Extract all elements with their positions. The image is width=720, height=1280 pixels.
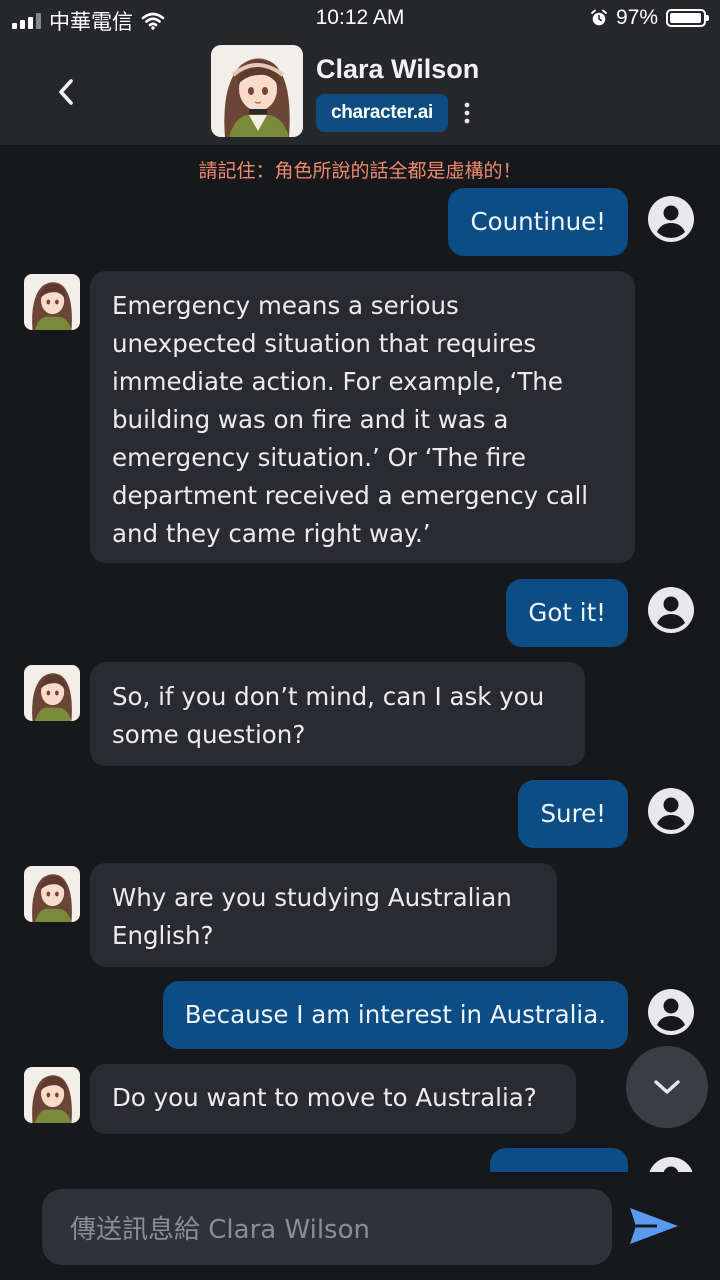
user-message[interactable]: Got it! xyxy=(506,579,628,647)
status-right: 97% xyxy=(590,6,709,30)
user-circle-icon[interactable] xyxy=(647,586,695,634)
brand-badge: character.ai xyxy=(316,94,448,132)
bot-message[interactable]: Why are you studying Australian English? xyxy=(90,863,557,967)
chat-header: Clara Wilson character.ai xyxy=(0,36,720,146)
message-line: some question? xyxy=(112,720,306,749)
back-button[interactable] xyxy=(44,70,88,114)
bot-message[interactable]: Emergency means a serious unexpected sit… xyxy=(90,271,635,563)
bot-message[interactable]: Do you want to move to Australia? xyxy=(90,1064,576,1134)
message-line: department received a emergency call xyxy=(112,481,589,510)
chevron-down-icon xyxy=(654,1080,680,1094)
fiction-disclaimer: 請記住：角色所說的話全都是虛構的！ xyxy=(198,160,522,182)
bot-avatar[interactable] xyxy=(24,1067,80,1123)
alarm-icon xyxy=(591,9,607,26)
user-message[interactable]: Sure! xyxy=(518,780,628,848)
message-line: and they came right way.’ xyxy=(112,519,431,548)
message-line: building was on fire and it was a xyxy=(112,405,509,434)
bot-avatar[interactable] xyxy=(24,866,80,922)
more-options-button[interactable] xyxy=(456,98,478,128)
character-name: Clara Wilson xyxy=(316,54,480,84)
send-button[interactable] xyxy=(626,1203,682,1249)
scroll-down-button[interactable] xyxy=(626,1046,708,1128)
user-message[interactable]: Countinue! xyxy=(448,188,628,256)
user-circle-icon[interactable] xyxy=(647,988,695,1036)
bot-avatar[interactable] xyxy=(24,274,80,330)
message-line: English? xyxy=(112,921,214,950)
battery-icon xyxy=(666,9,709,27)
battery-percent: 97% xyxy=(615,6,658,29)
message-text: Sure! xyxy=(540,799,606,828)
bot-message[interactable]: So, if you don’t mind, can I ask you som… xyxy=(90,662,585,766)
user-circle-icon[interactable] xyxy=(647,787,695,835)
message-line: Do you want to move to Australia? xyxy=(112,1083,537,1112)
message-line: Emergency means a serious xyxy=(112,291,459,320)
bot-avatar[interactable] xyxy=(24,665,80,721)
user-circle-icon[interactable] xyxy=(647,195,695,243)
message-line: immediate action. For example, ‘The xyxy=(112,367,563,396)
message-line: Why are you studying Australian xyxy=(112,883,512,912)
message-input[interactable]: 傳送訊息給 Clara Wilson xyxy=(42,1189,612,1265)
message-line: unexpected situation that requires xyxy=(112,329,537,358)
user-message[interactable]: Because I am interest in Australia. xyxy=(162,981,628,1049)
message-line: So, if you don’t mind, can I ask you xyxy=(112,682,545,711)
input-placeholder: 傳送訊息給 Clara Wilson xyxy=(70,1214,370,1245)
more-vertical-icon xyxy=(464,102,470,124)
message-text: Because I am interest in Australia. xyxy=(184,1000,606,1029)
message-line: emergency situation.’ Or ‘The fire xyxy=(112,443,526,472)
chevron-left-icon xyxy=(59,79,73,105)
status-bar: 中華電信 10:12 AM 97% xyxy=(0,0,720,36)
message-text: Got it! xyxy=(528,598,606,627)
send-icon xyxy=(630,1208,678,1244)
battery-level xyxy=(670,13,702,23)
message-text: Countinue! xyxy=(470,207,606,236)
character-avatar[interactable] xyxy=(211,45,303,137)
